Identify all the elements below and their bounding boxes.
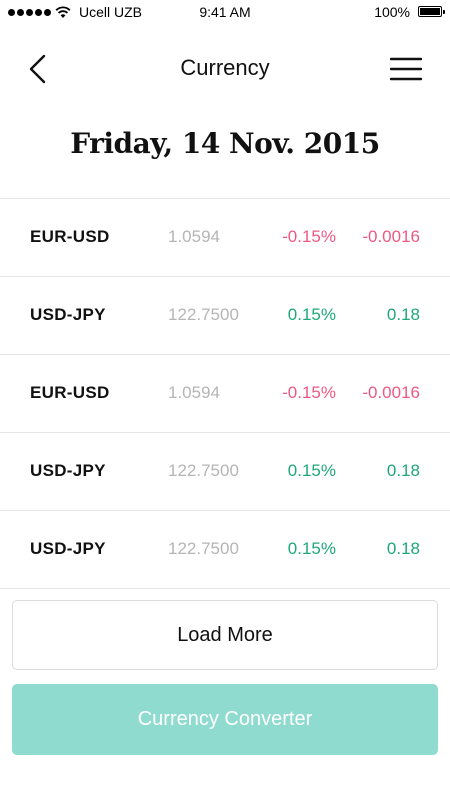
rate-row[interactable]: EUR-USD 1.0594 -0.15% -0.0016: [0, 199, 450, 277]
absolute-change: 0.18: [386, 539, 420, 558]
absolute-change: 0.18: [386, 305, 420, 324]
absolute-change: -0.0016: [362, 227, 420, 246]
percent-change: 0.15%: [287, 305, 336, 324]
currency-pair: EUR-USD: [30, 383, 110, 402]
percent-change: 0.15%: [287, 461, 336, 480]
absolute-change: -0.0016: [362, 383, 420, 402]
chevron-left-icon[interactable]: [24, 54, 52, 84]
percent-change: 0.15%: [287, 539, 336, 558]
rate-row[interactable]: USD-JPY 122.7500 0.15% 0.18: [0, 511, 450, 589]
currency-pair: USD-JPY: [30, 539, 106, 558]
percent-change: -0.15%: [282, 227, 336, 246]
exchange-rate: 122.7500: [168, 305, 239, 324]
absolute-change: 0.18: [386, 461, 420, 480]
currency-pair: EUR-USD: [30, 227, 110, 246]
currency-pair: USD-JPY: [30, 461, 106, 480]
exchange-rate: 1.0594: [168, 227, 220, 246]
status-bar: Ucell UZB 9:41 AM 100%: [0, 0, 450, 26]
battery-icon: [418, 6, 445, 17]
percent-change: -0.15%: [282, 383, 336, 402]
load-more-button[interactable]: Load More: [12, 600, 438, 670]
exchange-rate: 122.7500: [168, 539, 239, 558]
nav-bar: Currency: [0, 40, 450, 98]
currency-converter-button[interactable]: Currency Converter: [12, 684, 438, 755]
rate-list: EUR-USD 1.0594 -0.15% -0.0016 USD-JPY 12…: [0, 198, 450, 589]
exchange-rate: 1.0594: [168, 383, 220, 402]
currency-pair: USD-JPY: [30, 305, 106, 324]
rate-row[interactable]: EUR-USD 1.0594 -0.15% -0.0016: [0, 355, 450, 433]
battery-percentage: 100%: [374, 4, 410, 20]
date-heading: Friday, 14 Nov. 2015: [70, 127, 380, 160]
page-title: Currency: [180, 55, 270, 80]
hamburger-menu-icon[interactable]: [390, 56, 422, 82]
rate-row[interactable]: USD-JPY 122.7500 0.15% 0.18: [0, 433, 450, 511]
rate-row[interactable]: USD-JPY 122.7500 0.15% 0.18: [0, 277, 450, 355]
exchange-rate: 122.7500: [168, 461, 239, 480]
